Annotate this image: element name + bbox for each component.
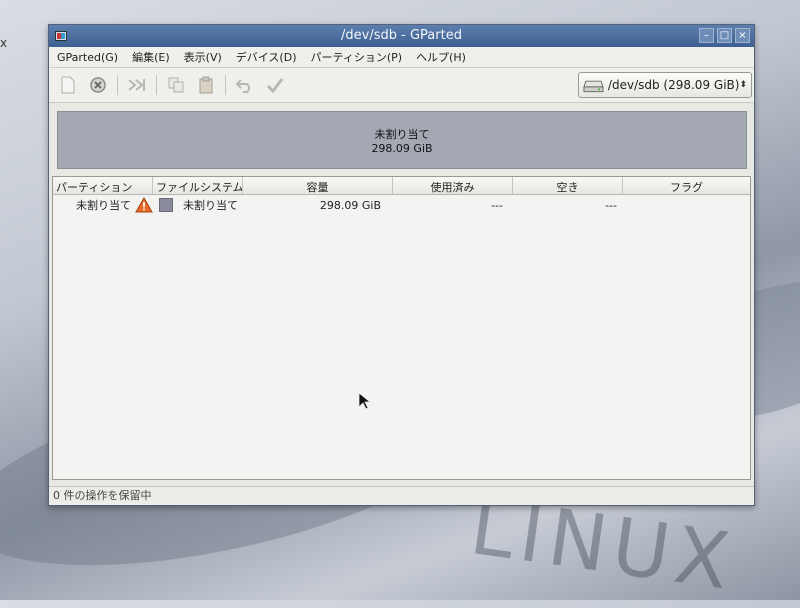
toolbar-separator [225,75,226,95]
menu-partition[interactable]: パーティション(P) [311,49,403,65]
menu-view[interactable]: 表示(V) [184,49,222,65]
column-partition[interactable]: パーティション [53,177,153,194]
new-partition-button[interactable] [57,75,79,95]
resize-move-button[interactable] [126,75,148,95]
menu-gparted[interactable]: GParted(G) [57,51,118,64]
statusbar: 0 件の操作を保留中 [49,486,754,505]
filesystem-cell: 未割り当て [153,197,243,213]
used-cell: --- [491,198,503,212]
column-filesystem[interactable]: ファイルシステム [153,177,243,194]
size-cell: 298.09 GiB [319,198,381,212]
menu-help[interactable]: ヘルプ(H) [416,49,466,65]
menubar: GParted(G) 編集(E) 表示(V) デバイス(D) パーティション(P… [49,47,754,68]
column-used[interactable]: 使用済み [393,177,513,194]
partition-name: 未割り当て [53,197,153,213]
window-title: /dev/sdb - GParted [341,28,462,43]
toolbar-separator [156,75,157,95]
paste-icon [199,76,213,94]
desktop-corner-glyph: x [0,36,8,50]
partition-name-text: 未割り当て [76,199,131,212]
partition-table: パーティション ファイルシステム 容量 使用済み 空き フラグ 未割り当て 未割… [52,176,751,480]
column-size[interactable]: 容量 [243,177,393,194]
undo-icon [235,79,250,93]
delete-icon [90,77,106,93]
copy-icon [168,77,184,93]
paste-button[interactable] [195,75,217,95]
resize-move-icon [128,79,145,91]
harddisk-icon [583,80,604,93]
minimize-icon[interactable]: – [699,28,714,43]
disk-map-label: 未割り当て [374,127,430,141]
toolbar-separator [117,75,118,95]
device-selector[interactable]: /dev/sdb (298.09 GiB) ⬍ [578,72,752,98]
menu-edit[interactable]: 編集(E) [132,49,170,65]
filesystem-text: 未割り当て [183,199,238,212]
maximize-icon[interactable]: □ [717,28,732,43]
disk-map-size: 298.09 GiB [371,141,433,155]
copy-button[interactable] [165,75,187,95]
delete-partition-button[interactable] [87,75,109,95]
device-selector-label: /dev/sdb (298.09 GiB) [607,78,740,92]
new-icon [61,76,75,94]
disk-map-unallocated[interactable]: 未割り当て 298.09 GiB [57,111,747,169]
warning-icon [135,197,153,213]
toolbar: /dev/sdb (298.09 GiB) ⬍ [49,68,754,103]
mouse-pointer-icon [358,392,372,410]
gparted-window: /dev/sdb - GParted – □ × GParted(G) 編集(E… [48,24,755,506]
apply-icon [266,78,284,94]
apply-button[interactable] [264,75,286,95]
column-free[interactable]: 空き [513,177,623,194]
table-header: パーティション ファイルシステム 容量 使用済み 空き フラグ [53,177,750,195]
filesystem-color-swatch [159,198,173,212]
chevron-updown-icon: ⬍ [739,80,747,90]
close-icon[interactable]: × [735,28,750,43]
table-row[interactable]: 未割り当て 未割り当て 298.09 GiB --- --- [53,195,750,215]
column-flags[interactable]: フラグ [623,177,750,194]
menu-device[interactable]: デバイス(D) [236,49,297,65]
titlebar[interactable]: /dev/sdb - GParted – □ × [49,25,754,47]
undo-button[interactable] [234,75,256,95]
free-cell: --- [605,198,617,212]
